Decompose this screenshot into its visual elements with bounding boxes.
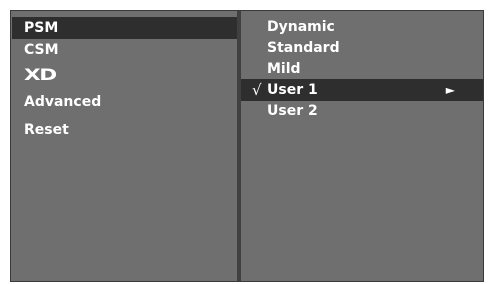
xd-logo-icon: XD — [24, 65, 57, 84]
submenu-item-user2[interactable]: User 2 — [241, 100, 483, 122]
submenu-item-dynamic[interactable]: Dynamic — [241, 16, 483, 38]
submenu-item-mild[interactable]: Mild — [241, 58, 483, 80]
osd-menu: PSM CSM XD Advanced Reset Dynamic Standa… — [10, 10, 484, 282]
submenu-item-standard[interactable]: Standard — [241, 37, 483, 59]
checkmark-icon: √ — [252, 81, 262, 99]
menu-item-reset[interactable]: Reset — [12, 119, 237, 141]
menu-item-advanced[interactable]: Advanced — [12, 91, 237, 113]
menu-item-label: Advanced — [24, 94, 102, 110]
menu-item-csm[interactable]: CSM — [12, 39, 237, 61]
menu-item-label: PSM — [24, 20, 59, 36]
submenu-item-label: Dynamic — [267, 19, 335, 35]
arrow-right-icon: ► — [445, 83, 455, 97]
menu-item-xd[interactable]: XD — [12, 64, 237, 86]
submenu-item-label: Standard — [267, 40, 340, 56]
main-menu-panel: PSM CSM XD Advanced Reset — [12, 12, 237, 280]
submenu-panel: Dynamic Standard Mild √ User 1 ► User 2 — [241, 12, 483, 280]
submenu-item-label: User 2 — [267, 103, 318, 119]
menu-item-label: CSM — [24, 42, 59, 58]
submenu-item-label: User 1 — [267, 82, 318, 98]
menu-item-label: Reset — [24, 122, 69, 138]
submenu-item-label: Mild — [267, 61, 301, 77]
menu-item-psm[interactable]: PSM — [12, 17, 237, 39]
submenu-item-user1[interactable]: √ User 1 ► — [241, 79, 483, 101]
